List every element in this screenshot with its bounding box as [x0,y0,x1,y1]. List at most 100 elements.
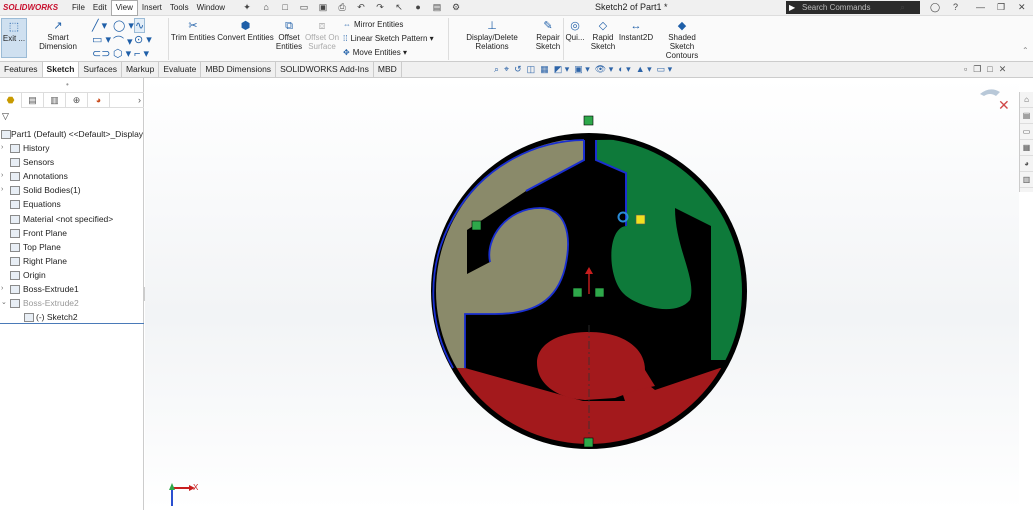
tab-mbd[interactable]: MBD [374,62,402,77]
new-document-icon[interactable]: □ [277,2,293,13]
tab-evaluate[interactable]: Evaluate [159,62,202,77]
tree-node[interactable]: › Annotations [0,169,144,183]
tree-node[interactable]: Right Plane [0,254,144,268]
file-properties-icon[interactable]: ▤ [429,2,445,13]
user-account-icon[interactable]: ◯ [930,2,940,13]
menu-window[interactable]: Window [193,0,229,16]
polygon-tool-icon[interactable]: ⬡ ▾ [113,47,131,60]
undo-icon[interactable]: ↶ [353,2,369,13]
menu-file[interactable]: File [68,0,89,16]
viewport-restore-icon[interactable]: ❐ [973,64,981,75]
filter-icon[interactable]: ▽ [2,111,9,122]
tree-node[interactable]: › History [0,141,144,155]
hide-show-items-icon[interactable]: 👁 ▾ [595,64,613,75]
tree-node[interactable]: Equations [0,197,144,211]
tree-node[interactable]: ⌄ Boss-Extrude2 [0,296,144,310]
tree-node[interactable]: Front Plane [0,226,144,240]
display-style-icon[interactable]: ▣ ▾ [574,64,590,75]
tangent-relation-marker[interactable] [471,220,482,231]
graphics-area[interactable]: X [145,78,1019,510]
quick-snaps-button[interactable]: ◎ Qui... [565,18,585,42]
viewport-close-icon[interactable]: ✕ [999,64,1007,75]
panel-grip-icon[interactable]: • [66,80,69,89]
tree-expand-icon[interactable]: › [1,183,3,197]
display-delete-relations-button[interactable]: ⊥ Display/Delete Relations [450,18,534,51]
tree-expand-icon[interactable]: › [1,141,3,155]
pin-icon[interactable]: ✦ [239,2,255,13]
view-orientation-icon[interactable]: ◩ ▾ [554,64,570,75]
origin-relation-marker[interactable] [572,287,583,298]
rapid-sketch-button[interactable]: ◇ Rapid Sketch [590,18,616,51]
view-palette-icon[interactable]: ▦ [1020,140,1033,156]
spline-tool-icon[interactable]: ∿ [134,18,146,33]
home-icon[interactable]: ⌂ [258,2,274,13]
menu-view[interactable]: View [110,0,138,16]
move-entities-button[interactable]: ✥ Move Entities ▾ [343,48,407,57]
trim-entities-button[interactable]: ✂ Trim Entities [170,18,216,42]
design-library-icon[interactable]: ▤ [1020,108,1033,124]
ellipse-tool-icon[interactable]: ⊙ ▾ [134,33,152,46]
configuration-manager-tab-icon[interactable]: ▥ [44,93,66,108]
tree-expand-icon[interactable]: › [1,282,3,296]
print-icon[interactable]: ⎙ [334,2,350,13]
line-tool-icon[interactable]: ╱ ▾ [92,19,107,32]
smart-dimension-button[interactable]: ↗ Smart Dimension [28,18,88,51]
rectangle-tool-icon[interactable]: ▭ ▾ [92,33,111,46]
menu-edit[interactable]: Edit [89,0,111,16]
convert-entities-button[interactable]: ⬢ Convert Entities [217,18,274,42]
property-manager-tab-icon[interactable]: ▤ [22,93,44,108]
display-manager-tab-icon[interactable]: ◕ [88,93,110,108]
circle-tool-icon[interactable]: ◯ ▾ [113,19,134,32]
rebuild-icon[interactable]: ● [410,2,426,13]
tree-node[interactable]: Material <not specified> [0,212,144,226]
menu-insert[interactable]: Insert [138,0,166,16]
tab-markup[interactable]: Markup [122,62,160,77]
solidworks-resources-icon[interactable]: ⌂ [1020,92,1033,108]
file-explorer-icon[interactable]: ▭ [1020,124,1033,140]
exit-sketch-corner-icon[interactable] [980,89,1000,96]
feature-manager-tab-icon[interactable]: ⬣ [0,93,22,108]
zoom-to-fit-icon[interactable]: ⌕ [494,64,499,75]
fillet-tool-icon[interactable]: ⌐ ▾ [134,47,149,60]
view-settings-icon[interactable]: ▭ ▾ [657,64,673,75]
dynamic-annotation-icon[interactable]: ▦ [540,64,549,75]
zoom-to-area-icon[interactable]: ⌖ [504,64,509,75]
help-icon[interactable]: ? [953,2,958,12]
tab-features[interactable]: Features [0,62,43,77]
previous-view-icon[interactable]: ↺ [514,64,522,75]
tree-node[interactable]: Part1 (Default) <<Default>_Display [0,127,144,141]
tree-node[interactable]: Origin [0,268,144,282]
open-folder-icon[interactable]: ▭ [296,2,312,13]
exit-sketch-button[interactable]: ⬚ Exit ... [1,18,27,58]
tree-expand-icon[interactable]: ⌄ [1,296,7,310]
tab-solidworks-add-ins[interactable]: SOLIDWORKS Add-Ins [276,62,374,77]
appearances-icon[interactable]: ◕ [1020,156,1033,172]
tree-node[interactable]: Sensors [0,155,144,169]
apply-scene-icon[interactable]: ▲ ▾ [636,64,652,75]
repair-sketch-button[interactable]: ✎ Repair Sketch [535,18,561,51]
tree-node[interactable]: Top Plane [0,240,144,254]
shaded-sketch-contours-button[interactable]: ◆ Shaded Sketch Contours [655,18,709,60]
panel-more-icon[interactable]: › [110,93,144,108]
section-view-icon[interactable]: ◫ [527,64,536,75]
tab-mbd-dimensions[interactable]: MBD Dimensions [201,62,277,77]
sketch-canvas[interactable]: X [145,78,1019,510]
fix-relation-marker[interactable] [635,214,646,225]
dimxpert-manager-tab-icon[interactable]: ⊕ [66,93,88,108]
minimize-icon[interactable]: — [976,2,985,12]
select-icon[interactable]: ↖ [391,2,407,13]
linear-sketch-pattern-button[interactable]: ⁞⁞ Linear Sketch Pattern ▾ [343,34,434,43]
midpoint-relation-marker[interactable] [583,437,594,448]
close-window-icon[interactable]: ✕ [1018,2,1026,13]
ribbon-collapse-icon[interactable]: ⌃ [1022,46,1029,55]
viewport-maximize-icon[interactable]: □ [987,64,992,75]
offset-entities-button[interactable]: ⧉ Offset Entities [275,18,303,51]
instant2d-button[interactable]: ↔ Instant2D [618,18,654,42]
save-icon[interactable]: ▣ [315,2,331,13]
tab-sketch[interactable]: Sketch [42,62,80,77]
cancel-sketch-icon[interactable]: ✕ [998,97,1010,113]
viewport-minimize-icon[interactable]: ▫ [964,64,967,75]
solidworks-logo[interactable]: SOLIDWORKS [0,3,68,12]
edit-appearance-icon[interactable]: ◐ ▾ [618,64,630,75]
rollback-bar[interactable] [0,323,144,324]
